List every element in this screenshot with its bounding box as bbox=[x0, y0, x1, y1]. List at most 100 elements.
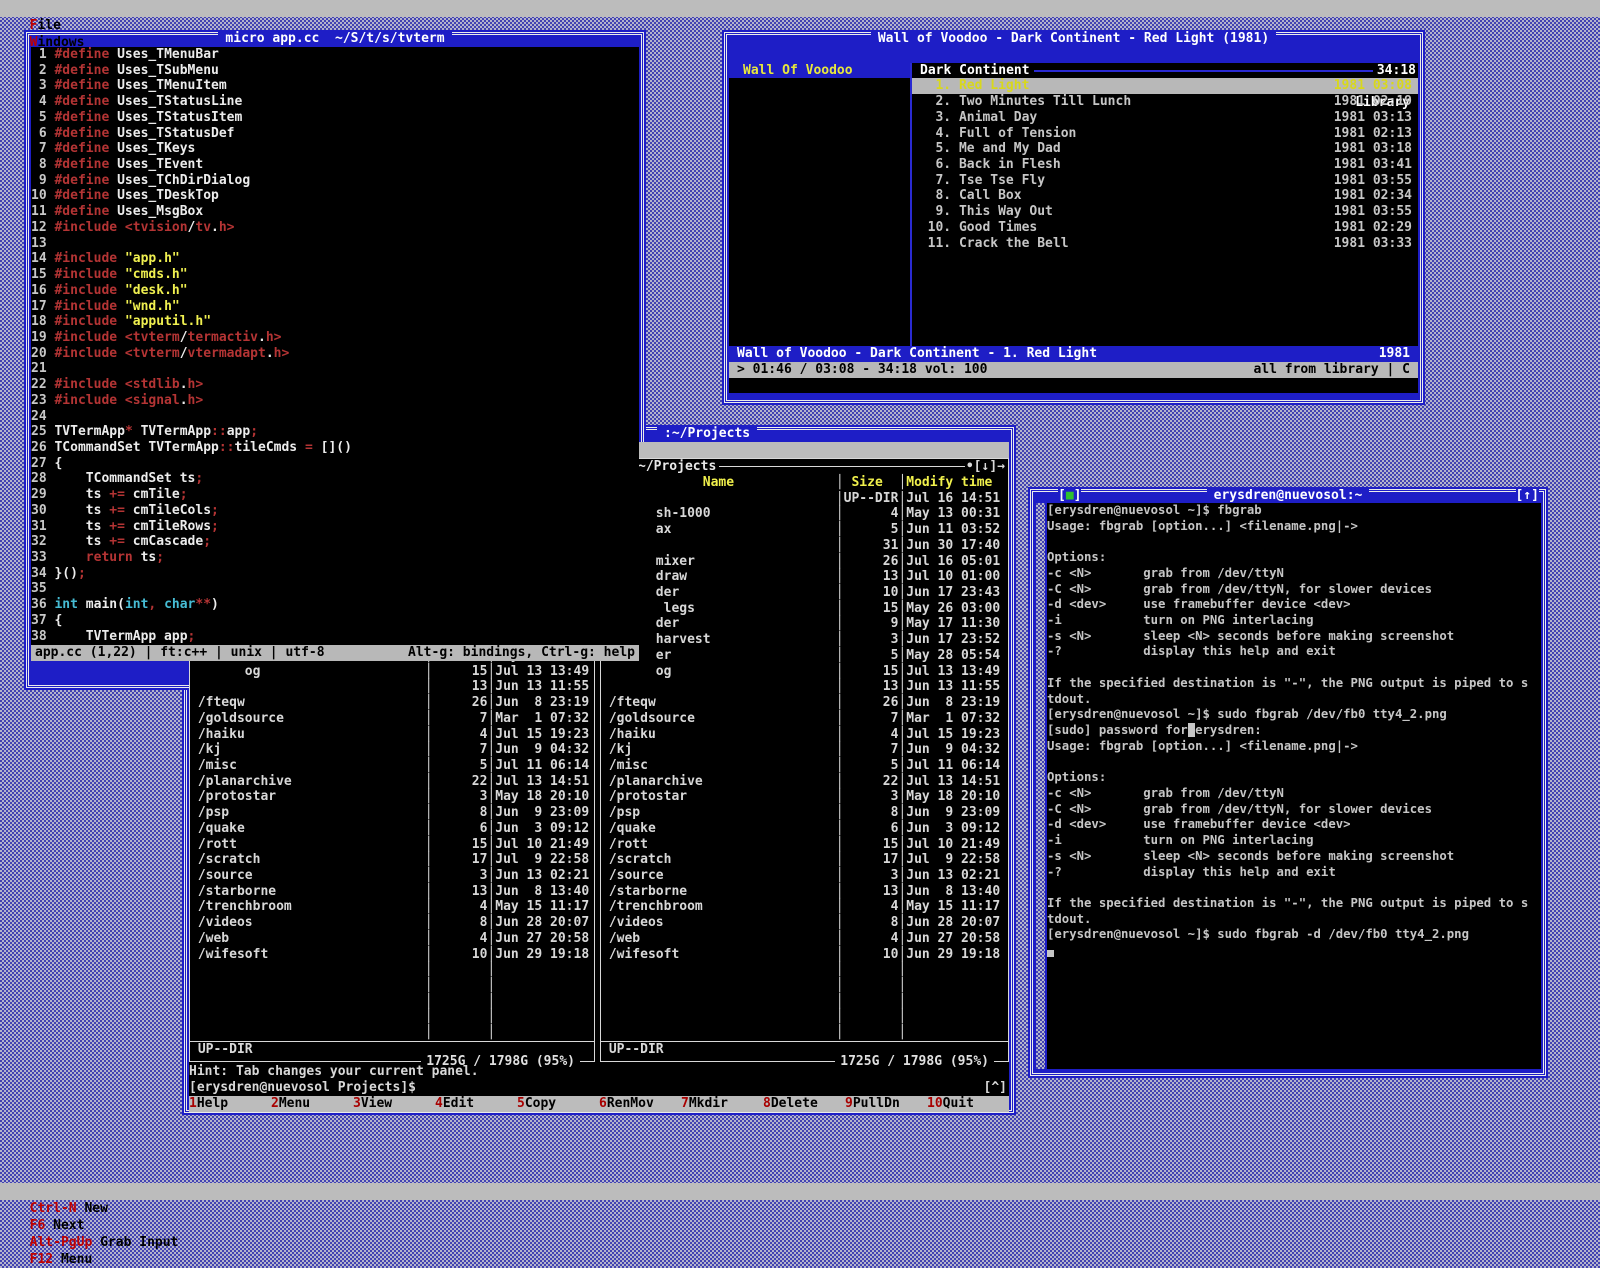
file-row[interactable]: /trenchbroom │ 4│May 15 11:17 bbox=[601, 899, 1008, 915]
file-row[interactable]: /protostar │ 3│May 18 20:10 bbox=[190, 789, 594, 805]
code-line[interactable]: 34 }(); bbox=[31, 566, 639, 582]
code-line[interactable]: 2 #define Uses_TSubMenu bbox=[31, 63, 639, 79]
file-row[interactable]: │ 13│Jun 13 11:55 bbox=[601, 679, 1008, 695]
code-line[interactable]: 10 #define Uses_TDeskTop bbox=[31, 188, 639, 204]
panel-sort-scroll-icon[interactable]: •[↓]→ bbox=[965, 459, 1006, 475]
code-line[interactable]: 37 { bbox=[31, 613, 639, 629]
artist-row-selected[interactable]: Wall Of Voodoo bbox=[729, 63, 910, 79]
file-row[interactable]: /haiku │ 4│Jul 15 19:23 bbox=[190, 727, 594, 743]
statusbar-item-menu[interactable]: F12 Menu bbox=[30, 1252, 93, 1267]
file-row[interactable]: /misc │ 5│Jul 11 06:14 bbox=[190, 758, 594, 774]
code-line[interactable]: 15 #include "cmds.h" bbox=[31, 267, 639, 283]
file-row[interactable]: /protostar │ 3│May 18 20:10 bbox=[601, 789, 1008, 805]
code-line[interactable]: 5 #define Uses_TStatusItem bbox=[31, 110, 639, 126]
code-line[interactable]: 3 #define Uses_TMenuItem bbox=[31, 78, 639, 94]
menu-item-file[interactable]: File bbox=[30, 18, 61, 33]
file-row[interactable]: mixer │ 26│Jul 16 05:01 bbox=[601, 554, 1008, 570]
file-row[interactable]: og │ 15│Jul 13 13:49 bbox=[601, 664, 1008, 680]
file-row[interactable]: er │ 5│May 28 05:54 bbox=[601, 648, 1008, 664]
artist-list-pane[interactable]: Wall Of Voodoo bbox=[729, 63, 910, 346]
file-row[interactable]: /planarchive │ 22│Jul 13 14:51 bbox=[601, 774, 1008, 790]
file-row[interactable]: /wifesoft │ 10│Jun 29 19:18 bbox=[190, 947, 594, 963]
file-row[interactable]: legs │ 15│May 26 03:00 bbox=[601, 601, 1008, 617]
track-row[interactable]: 3. Animal Day1981 03:13 bbox=[912, 110, 1418, 126]
file-row[interactable]: der │ 9│May 17 11:30 bbox=[601, 616, 1008, 632]
fm-panel-right[interactable]: ~/Projects •[↓]→ Name │ Size │Modify time… bbox=[600, 458, 1009, 1062]
code-line[interactable]: 28 TCommandSet ts; bbox=[31, 471, 639, 487]
shell-prompt[interactable]: [erysdren@nuevosol Projects]$ bbox=[189, 1080, 416, 1096]
file-row[interactable]: /haiku │ 4│Jul 15 19:23 bbox=[601, 727, 1008, 743]
fkey-mkdir[interactable]: 7Mkdir bbox=[681, 1096, 763, 1112]
file-row[interactable]: /psp │ 8│Jun 9 23:09 bbox=[190, 805, 594, 821]
terminal-scrollbar[interactable] bbox=[1036, 503, 1045, 1069]
file-row[interactable]: /scratch │ 17│Jul 9 22:58 bbox=[190, 852, 594, 868]
file-row[interactable]: /trenchbroom │ 4│May 15 11:17 bbox=[190, 899, 594, 915]
file-row[interactable]: /web │ 4│Jun 27 20:58 bbox=[601, 931, 1008, 947]
file-row[interactable]: /rott │ 15│Jul 10 21:49 bbox=[601, 837, 1008, 853]
code-line[interactable]: 8 #define Uses_TEvent bbox=[31, 157, 639, 173]
track-list-pane[interactable]: Dark Continent 34:18 1. Red Light1981 03… bbox=[912, 63, 1418, 346]
file-row[interactable]: │ 13│Jun 13 11:55 bbox=[190, 679, 594, 695]
history-scroll-marker[interactable]: [^] bbox=[984, 1080, 1007, 1096]
file-row[interactable]: sh-1000 │ 4│May 13 00:31 bbox=[601, 506, 1008, 522]
code-line[interactable]: 13 bbox=[31, 236, 639, 252]
terminal-content[interactable]: [erysdren@nuevosol ~]$ fbgrabUsage: fbgr… bbox=[1047, 503, 1541, 1069]
file-row[interactable]: /kj │ 7│Jun 9 04:32 bbox=[601, 742, 1008, 758]
window-title-bar[interactable]: micro app.cc ~/S/t/s/tvterm bbox=[24, 31, 646, 46]
file-row[interactable]: /starborne │ 13│Jun 8 13:40 bbox=[190, 884, 594, 900]
close-button[interactable]: [■] bbox=[1058, 488, 1081, 503]
file-row[interactable]: /misc │ 5│Jul 11 06:14 bbox=[601, 758, 1008, 774]
file-row[interactable]: /kj │ 7│Jun 9 04:32 bbox=[190, 742, 594, 758]
code-line[interactable]: 24 bbox=[31, 409, 639, 425]
file-row[interactable]: /wifesoft │ 10│Jun 29 19:18 bbox=[601, 947, 1008, 963]
file-row[interactable]: /quake │ 6│Jun 3 09:12 bbox=[190, 821, 594, 837]
code-line[interactable]: 7 #define Uses_TKeys bbox=[31, 141, 639, 157]
statusbar-item-grab-input[interactable]: Alt-PgUp Grab Input bbox=[30, 1235, 179, 1250]
code-line[interactable]: 23 #include <signal.h> bbox=[31, 393, 639, 409]
zoom-button[interactable]: [↑] bbox=[1516, 488, 1539, 503]
file-row[interactable]: ax │ 5│Jun 11 03:52 bbox=[601, 522, 1008, 538]
file-row[interactable]: /videos │ 8│Jun 28 20:07 bbox=[190, 915, 594, 931]
code-line[interactable]: 33 return ts; bbox=[31, 550, 639, 566]
file-row[interactable]: /goldsource │ 7│Mar 1 07:32 bbox=[190, 711, 594, 727]
file-row[interactable]: /source │ 3│Jun 13 02:21 bbox=[601, 868, 1008, 884]
fkey-quit[interactable]: 10Quit bbox=[927, 1096, 1009, 1112]
track-row[interactable]: 7. Tse Tse Fly1981 03:55 bbox=[912, 173, 1418, 189]
code-line[interactable]: 1 #define Uses_TMenuBar bbox=[31, 47, 639, 63]
track-row[interactable]: 6. Back in Flesh1981 03:41 bbox=[912, 157, 1418, 173]
panel-path[interactable]: ~/Projects bbox=[635, 459, 719, 475]
file-row[interactable]: /source │ 3│Jun 13 02:21 bbox=[190, 868, 594, 884]
file-row[interactable]: │UP--DIR│Jul 16 14:51 bbox=[601, 491, 1008, 507]
file-row[interactable]: og │ 15│Jul 13 13:49 bbox=[190, 664, 594, 680]
code-line[interactable]: 20 #include <tvterm/vtermadapt.h> bbox=[31, 346, 639, 362]
track-row[interactable]: 1. Red Light1981 03:08 bbox=[912, 78, 1418, 94]
code-line[interactable]: 36 int main(int, char**) bbox=[31, 597, 639, 613]
file-row[interactable]: /fteqw │ 26│Jun 8 23:19 bbox=[190, 695, 594, 711]
menu-item-windows[interactable]: Windows bbox=[30, 35, 85, 50]
track-row[interactable]: 8. Call Box1981 02:34 bbox=[912, 188, 1418, 204]
file-row[interactable]: /psp │ 8│Jun 9 23:09 bbox=[601, 805, 1008, 821]
window-title-bar[interactable]: erysdren@nuevosol:~ bbox=[1028, 488, 1548, 503]
code-line[interactable]: 9 #define Uses_TChDirDialog bbox=[31, 173, 639, 189]
code-line[interactable]: 11 #define Uses_MsgBox bbox=[31, 204, 639, 220]
code-line[interactable]: 4 #define Uses_TStatusLine bbox=[31, 94, 639, 110]
code-line[interactable]: 35 bbox=[31, 581, 639, 597]
code-line[interactable]: 21 bbox=[31, 361, 639, 377]
statusbar-item-next[interactable]: F6 Next bbox=[30, 1218, 85, 1233]
track-row[interactable]: 4. Full of Tension1981 02:13 bbox=[912, 126, 1418, 142]
code-line[interactable]: 27 { bbox=[31, 456, 639, 472]
code-line[interactable]: 26 TCommandSet TVTermApp::tileCmds = [](… bbox=[31, 440, 639, 456]
column-headers[interactable]: Name │ Size │Modify time bbox=[601, 475, 1008, 491]
code-line[interactable]: 16 #include "desk.h" bbox=[31, 283, 639, 299]
file-list[interactable]: │UP--DIR│Jul 16 14:51 sh-1000 │ 4│May 13… bbox=[601, 491, 1008, 1041]
file-row[interactable]: harvest │ 3│Jun 17 23:52 bbox=[601, 632, 1008, 648]
code-line[interactable]: 31 ts += cmTileRows; bbox=[31, 519, 639, 535]
track-row[interactable]: 9. This Way Out1981 03:55 bbox=[912, 204, 1418, 220]
file-row[interactable]: draw │ 13│Jul 10 01:00 bbox=[601, 569, 1008, 585]
file-row[interactable]: /goldsource │ 7│Mar 1 07:32 bbox=[601, 711, 1008, 727]
statusbar-item-new[interactable]: Ctrl-N New bbox=[30, 1201, 108, 1216]
fkey-pulldn[interactable]: 9PullDn bbox=[845, 1096, 927, 1112]
track-row[interactable]: 2. Two Minutes Till Lunch1981 02:19 bbox=[912, 94, 1418, 110]
fkey-copy[interactable]: 5Copy bbox=[517, 1096, 599, 1112]
file-row[interactable]: /starborne │ 13│Jun 8 13:40 bbox=[601, 884, 1008, 900]
